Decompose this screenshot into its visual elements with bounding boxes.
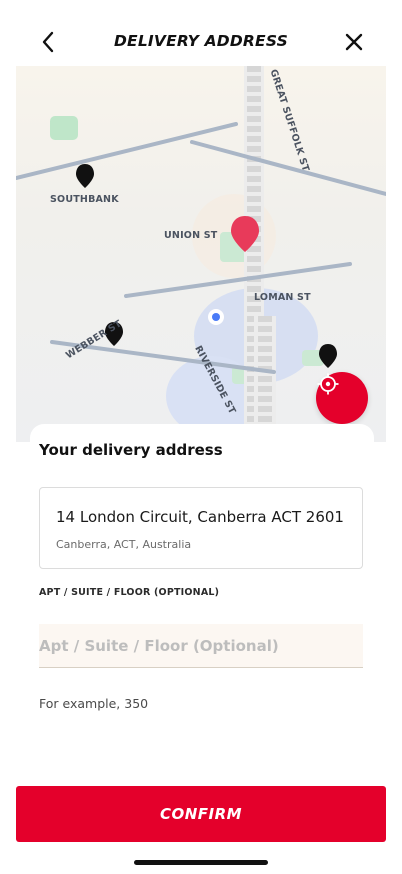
home-indicator (134, 860, 268, 865)
map-view[interactable]: GREAT SUFFOLK ST SOUTHBANK UNION ST LOMA… (16, 66, 386, 442)
map-label-southbank: SOUTHBANK (50, 194, 119, 205)
map-label-union-st: UNION ST (164, 230, 218, 241)
apt-suite-floor-input[interactable] (39, 624, 363, 668)
map-label-loman-st: LOMAN ST (254, 292, 311, 303)
close-icon (345, 33, 363, 51)
crosshair-icon (317, 373, 339, 395)
header: DELIVERY ADDRESS (0, 0, 402, 66)
store-pin-icon[interactable] (76, 164, 94, 188)
section-title: Your delivery address (39, 441, 223, 459)
map-park (50, 116, 78, 140)
apt-field-hint: For example, 350 (39, 696, 149, 711)
map-road (190, 140, 386, 196)
address-line-primary: 14 London Circuit, Canberra ACT 2601 (56, 508, 344, 526)
confirm-button[interactable]: CONFIRM (16, 786, 386, 842)
address-line-secondary: Canberra, ACT, Australia (56, 538, 192, 551)
address-card[interactable]: 14 London Circuit, Canberra ACT 2601 Can… (39, 487, 363, 569)
close-button[interactable] (340, 28, 368, 56)
locate-me-button[interactable] (316, 372, 368, 424)
apt-field-label: APT / SUITE / FLOOR (OPTIONAL) (39, 587, 220, 598)
map-road (16, 122, 238, 180)
